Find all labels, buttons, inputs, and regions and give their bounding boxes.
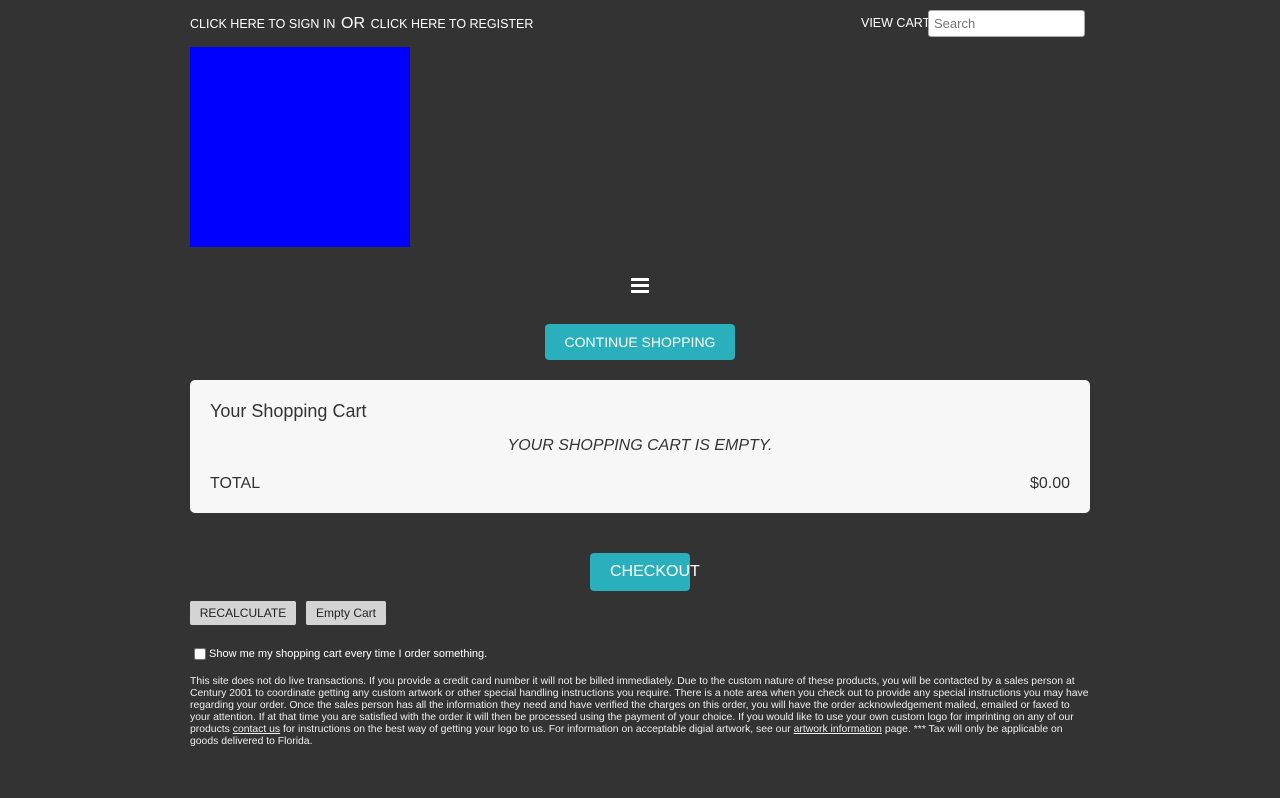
page-container: CLICK HERE TO SIGN IN OR CLICK HERE TO R… (190, 0, 1090, 798)
show-cart-checkbox[interactable] (194, 648, 206, 660)
checkout-button[interactable]: CHECKOUT (590, 553, 700, 591)
register-link[interactable]: CLICK HERE TO REGISTER (371, 17, 534, 31)
view-cart-link[interactable]: VIEW CART (861, 16, 930, 30)
show-cart-preference: Show me my shopping cart every time I or… (194, 648, 487, 660)
show-cart-label: Show me my shopping cart every time I or… (209, 648, 488, 660)
or-separator: OR (341, 15, 366, 32)
auth-links: CLICK HERE TO SIGN IN OR CLICK HERE TO R… (190, 15, 533, 33)
hamburger-menu-icon[interactable] (631, 278, 649, 294)
cart-total-label: TOTAL (210, 475, 261, 492)
artwork-information-link[interactable]: artwork information (794, 724, 882, 735)
empty-cart-button[interactable]: Empty Cart (306, 601, 386, 625)
cart-total-value: $0.00 (1029, 475, 1070, 492)
transaction-notice: This site does not do live transactions.… (190, 676, 1090, 748)
recalculate-button[interactable]: RECALCULATE (190, 601, 296, 625)
sign-in-link[interactable]: CLICK HERE TO SIGN IN (190, 17, 335, 31)
cart-title: Your Shopping Cart (210, 401, 367, 421)
search-input[interactable] (928, 10, 1085, 37)
contact-us-link[interactable]: contact us (233, 724, 280, 735)
cart-empty-message: YOUR SHOPPING CART IS EMPTY. (507, 437, 773, 454)
notice-text-2: for instructions on the best way of gett… (280, 724, 794, 735)
site-logo[interactable] (190, 47, 410, 247)
top-bar: CLICK HERE TO SIGN IN OR CLICK HERE TO R… (190, 10, 1090, 40)
continue-shopping-button[interactable]: CONTINUE SHOPPING (545, 324, 735, 360)
shopping-cart-panel: Your Shopping Cart YOUR SHOPPING CART IS… (190, 380, 1090, 513)
